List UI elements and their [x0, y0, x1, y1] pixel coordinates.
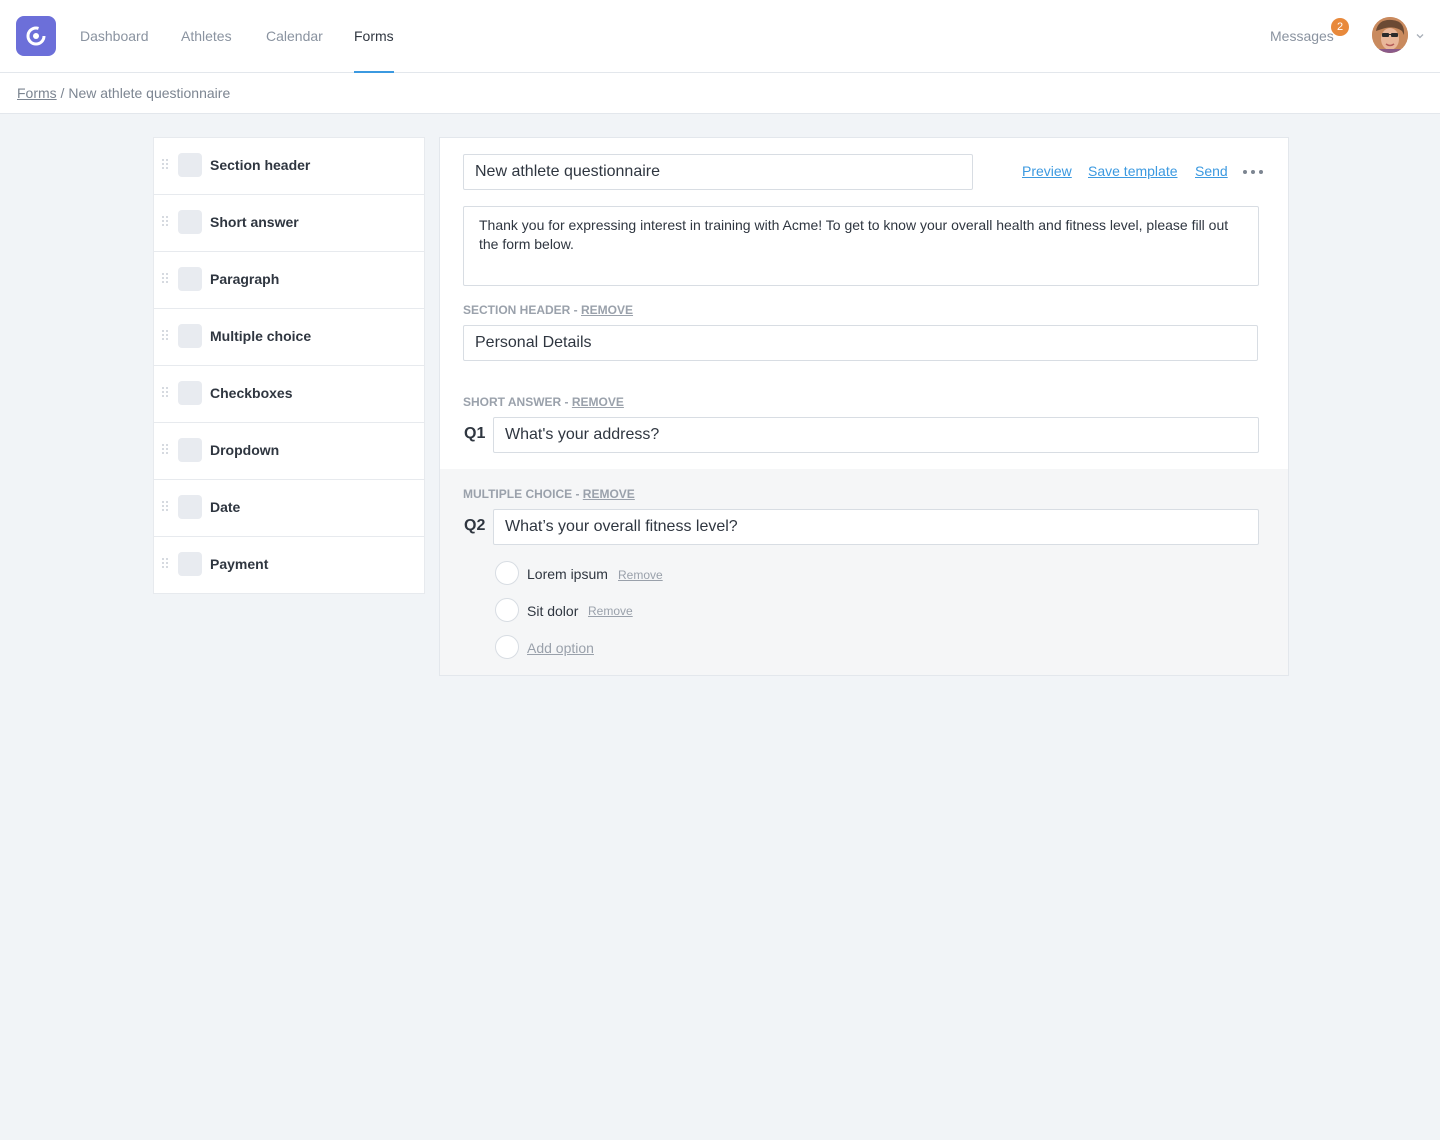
add-option-link[interactable]: Add option: [527, 640, 594, 656]
chevron-down-icon[interactable]: [1414, 30, 1426, 42]
breadcrumb-bar: Forms / New athlete questionnaire: [0, 73, 1440, 114]
palette-item-label: Section header: [210, 157, 311, 173]
question-1-input[interactable]: What's your address?: [493, 417, 1259, 453]
breadcrumb-separator: /: [56, 85, 69, 101]
question-number: Q1: [464, 425, 486, 442]
checkboxes-icon: [178, 381, 202, 405]
section-header-type-label: SECTION HEADER - REMOVE: [463, 303, 633, 317]
remove-multiple-choice-link[interactable]: REMOVE: [583, 487, 635, 501]
messages-link[interactable]: Messages: [1270, 0, 1334, 73]
form-editor: New athlete questionnaire Preview Save t…: [439, 137, 1289, 676]
remove-short-answer-link[interactable]: REMOVE: [572, 395, 624, 409]
multiple-choice-icon: [178, 324, 202, 348]
preview-link[interactable]: Preview: [1022, 163, 1072, 179]
drag-handle-icon[interactable]: [162, 501, 168, 513]
palette-item-label: Payment: [210, 556, 269, 572]
drag-handle-icon[interactable]: [162, 273, 168, 285]
remove-option-link[interactable]: Remove: [618, 568, 663, 582]
avatar[interactable]: [1372, 17, 1408, 53]
palette-item-checkboxes[interactable]: Checkboxes: [154, 366, 424, 423]
palette-item-multiple-choice[interactable]: Multiple choice: [154, 309, 424, 366]
palette-item-label: Paragraph: [210, 271, 280, 287]
option-label[interactable]: Lorem ipsum: [527, 566, 608, 582]
remove-section-header-link[interactable]: REMOVE: [581, 303, 633, 317]
option-radio[interactable]: [495, 598, 519, 622]
option-radio[interactable]: [495, 635, 519, 659]
palette-item-label: Dropdown: [210, 442, 280, 458]
nav-athletes[interactable]: Athletes: [181, 0, 232, 73]
form-title-input[interactable]: New athlete questionnaire: [463, 154, 973, 190]
app-logo[interactable]: [16, 16, 56, 56]
breadcrumb: Forms / New athlete questionnaire: [17, 85, 230, 101]
drag-handle-icon[interactable]: [162, 387, 168, 399]
drag-handle-icon[interactable]: [162, 330, 168, 342]
drag-handle-icon[interactable]: [162, 159, 168, 171]
block-type-text: SHORT ANSWER -: [463, 395, 572, 409]
user-avatar-icon: [1372, 17, 1408, 53]
short-answer-type-label: SHORT ANSWER - REMOVE: [463, 395, 624, 409]
section-header-input[interactable]: Personal Details: [463, 325, 1258, 361]
multiple-choice-type-label: MULTIPLE CHOICE - REMOVE: [463, 487, 635, 501]
palette-item-label: Multiple choice: [210, 328, 312, 344]
remove-option-link[interactable]: Remove: [588, 604, 633, 618]
top-nav: Dashboard Athletes Calendar Forms Messag…: [0, 0, 1440, 74]
palette-item-label: Date: [210, 499, 241, 515]
logo-icon: [26, 26, 46, 46]
nav-calendar[interactable]: Calendar: [266, 0, 323, 73]
date-icon: [178, 495, 202, 519]
short-answer-icon: [178, 210, 202, 234]
option-radio[interactable]: [495, 561, 519, 585]
breadcrumb-current: New athlete questionnaire: [68, 85, 231, 101]
field-palette: Section header Short answer Paragraph Mu…: [153, 137, 425, 594]
block-type-text: SECTION HEADER -: [463, 303, 582, 317]
block-type-text: MULTIPLE CHOICE -: [463, 487, 583, 501]
palette-item-label: Checkboxes: [210, 385, 293, 401]
nav-dashboard[interactable]: Dashboard: [80, 0, 149, 73]
send-link[interactable]: Send: [1195, 163, 1228, 179]
palette-item-dropdown[interactable]: Dropdown: [154, 423, 424, 480]
paragraph-icon: [178, 267, 202, 291]
question-number: Q2: [464, 517, 486, 534]
dropdown-icon: [178, 438, 202, 462]
drag-handle-icon[interactable]: [162, 216, 168, 228]
palette-item-short-answer[interactable]: Short answer: [154, 195, 424, 252]
question-2-input[interactable]: What’s your overall fitness level?: [493, 509, 1259, 545]
palette-item-label: Short answer: [210, 214, 299, 230]
form-description-textarea[interactable]: Thank you for expressing interest in tra…: [463, 206, 1259, 286]
palette-item-date[interactable]: Date: [154, 480, 424, 537]
drag-handle-icon[interactable]: [162, 444, 168, 456]
breadcrumb-forms-link[interactable]: Forms: [17, 85, 57, 101]
more-options-icon[interactable]: [1243, 170, 1267, 176]
payment-icon: [178, 552, 202, 576]
palette-item-section-header[interactable]: Section header: [154, 138, 424, 195]
save-template-link[interactable]: Save template: [1088, 163, 1178, 179]
section-header-icon: [178, 153, 202, 177]
nav-forms[interactable]: Forms: [354, 0, 394, 74]
option-label[interactable]: Sit dolor: [527, 603, 578, 619]
drag-handle-icon[interactable]: [162, 558, 168, 570]
messages-count-badge: 2: [1331, 18, 1349, 36]
palette-item-paragraph[interactable]: Paragraph: [154, 252, 424, 309]
palette-item-payment[interactable]: Payment: [154, 537, 424, 593]
